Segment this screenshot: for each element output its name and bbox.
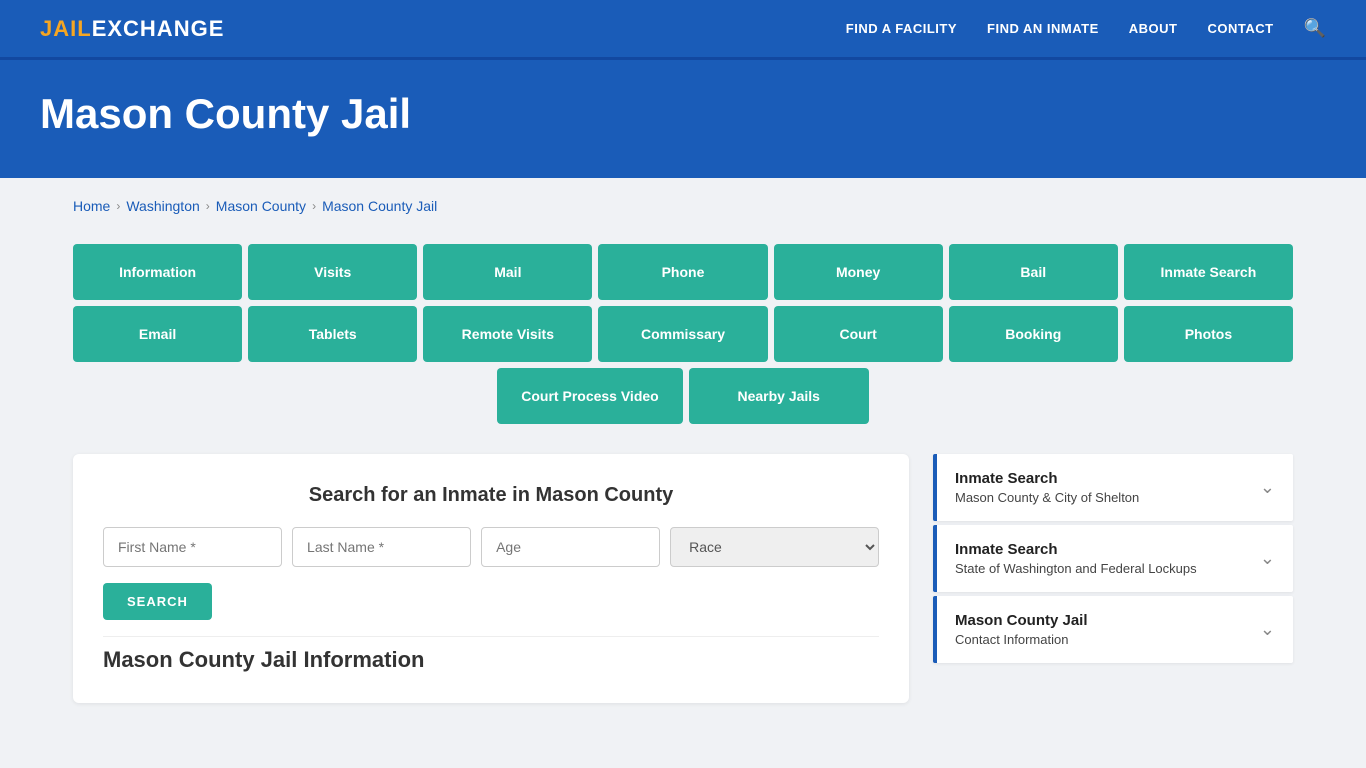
tile-grid-row1: Information Visits Mail Phone Money Bail… [73, 244, 1293, 300]
tile-phone[interactable]: Phone [598, 244, 767, 300]
tile-photos[interactable]: Photos [1124, 306, 1293, 362]
tile-booking[interactable]: Booking [949, 306, 1118, 362]
tile-inmate-search[interactable]: Inmate Search [1124, 244, 1293, 300]
search-button[interactable]: SEARCH [103, 583, 212, 620]
accordion-chevron-2: ⌄ [1260, 548, 1275, 569]
age-input[interactable] [481, 527, 660, 567]
breadcrumb: Home › Washington › Mason County › Mason… [73, 198, 1293, 214]
breadcrumb-sep-1: › [116, 199, 120, 213]
hero-section: Mason County Jail [0, 60, 1366, 178]
accordion-header-1[interactable]: Inmate Search Mason County & City of She… [937, 454, 1293, 521]
accordion-text-3: Mason County Jail Contact Information [955, 612, 1088, 647]
tile-mail[interactable]: Mail [423, 244, 592, 300]
accordion-header-3[interactable]: Mason County Jail Contact Information ⌄ [937, 596, 1293, 663]
info-section-heading: Mason County Jail Information [103, 636, 879, 673]
left-panel: Search for an Inmate in Mason County Rac… [73, 454, 909, 703]
search-heading: Search for an Inmate in Mason County [103, 484, 879, 507]
breadcrumb-mason-county[interactable]: Mason County [216, 198, 306, 214]
tile-bail[interactable]: Bail [949, 244, 1118, 300]
tile-grid-row2: Email Tablets Remote Visits Commissary C… [73, 306, 1293, 362]
nav-contact[interactable]: CONTACT [1207, 21, 1273, 36]
accordion-chevron-3: ⌄ [1260, 619, 1275, 640]
accordion-chevron-1: ⌄ [1260, 477, 1275, 498]
tile-money[interactable]: Money [774, 244, 943, 300]
breadcrumb-current: Mason County Jail [322, 198, 437, 214]
breadcrumb-sep-3: › [312, 199, 316, 213]
tile-commissary[interactable]: Commissary [598, 306, 767, 362]
tile-information[interactable]: Information [73, 244, 242, 300]
accordion-item-1: Inmate Search Mason County & City of She… [933, 454, 1293, 521]
site-logo[interactable]: JAILEXCHANGE [40, 16, 224, 42]
logo-jail: JAIL [40, 16, 92, 41]
accordion-title-2: Inmate Search [955, 541, 1197, 558]
accordion-header-2[interactable]: Inmate Search State of Washington and Fe… [937, 525, 1293, 592]
main-content: Home › Washington › Mason County › Mason… [33, 178, 1333, 743]
breadcrumb-sep-2: › [206, 199, 210, 213]
nav-about[interactable]: ABOUT [1129, 21, 1178, 36]
breadcrumb-washington[interactable]: Washington [126, 198, 199, 214]
breadcrumb-home[interactable]: Home [73, 198, 110, 214]
tile-nearby-jails[interactable]: Nearby Jails [689, 368, 869, 424]
tile-remote-visits[interactable]: Remote Visits [423, 306, 592, 362]
right-panel: Inmate Search Mason County & City of She… [933, 454, 1293, 663]
race-select[interactable]: Race White Black Hispanic Asian Other [670, 527, 879, 567]
nav-find-inmate[interactable]: FIND AN INMATE [987, 21, 1099, 36]
header-search-button[interactable]: 🔍 [1304, 18, 1326, 39]
accordion-text-1: Inmate Search Mason County & City of She… [955, 470, 1139, 505]
accordion-title-1: Inmate Search [955, 470, 1139, 487]
first-name-input[interactable] [103, 527, 282, 567]
accordion-text-2: Inmate Search State of Washington and Fe… [955, 541, 1197, 576]
main-nav: FIND A FACILITY FIND AN INMATE ABOUT CON… [846, 18, 1326, 39]
accordion-title-3: Mason County Jail [955, 612, 1088, 629]
tile-email[interactable]: Email [73, 306, 242, 362]
tile-tablets[interactable]: Tablets [248, 306, 417, 362]
accordion-item-2: Inmate Search State of Washington and Fe… [933, 525, 1293, 592]
accordion-subtitle-2: State of Washington and Federal Lockups [955, 561, 1197, 576]
accordion-subtitle-1: Mason County & City of Shelton [955, 490, 1139, 505]
accordion-subtitle-3: Contact Information [955, 632, 1088, 647]
two-column-layout: Search for an Inmate in Mason County Rac… [73, 454, 1293, 703]
inmate-search-form: Race White Black Hispanic Asian Other [103, 527, 879, 567]
page-title: Mason County Jail [40, 90, 1326, 138]
tile-visits[interactable]: Visits [248, 244, 417, 300]
nav-find-facility[interactable]: FIND A FACILITY [846, 21, 957, 36]
tile-court-process-video[interactable]: Court Process Video [497, 368, 682, 424]
tile-court[interactable]: Court [774, 306, 943, 362]
accordion-item-3: Mason County Jail Contact Information ⌄ [933, 596, 1293, 663]
logo-exchange: EXCHANGE [92, 16, 225, 41]
last-name-input[interactable] [292, 527, 471, 567]
tile-grid-row3: Court Process Video Nearby Jails [73, 368, 1293, 424]
